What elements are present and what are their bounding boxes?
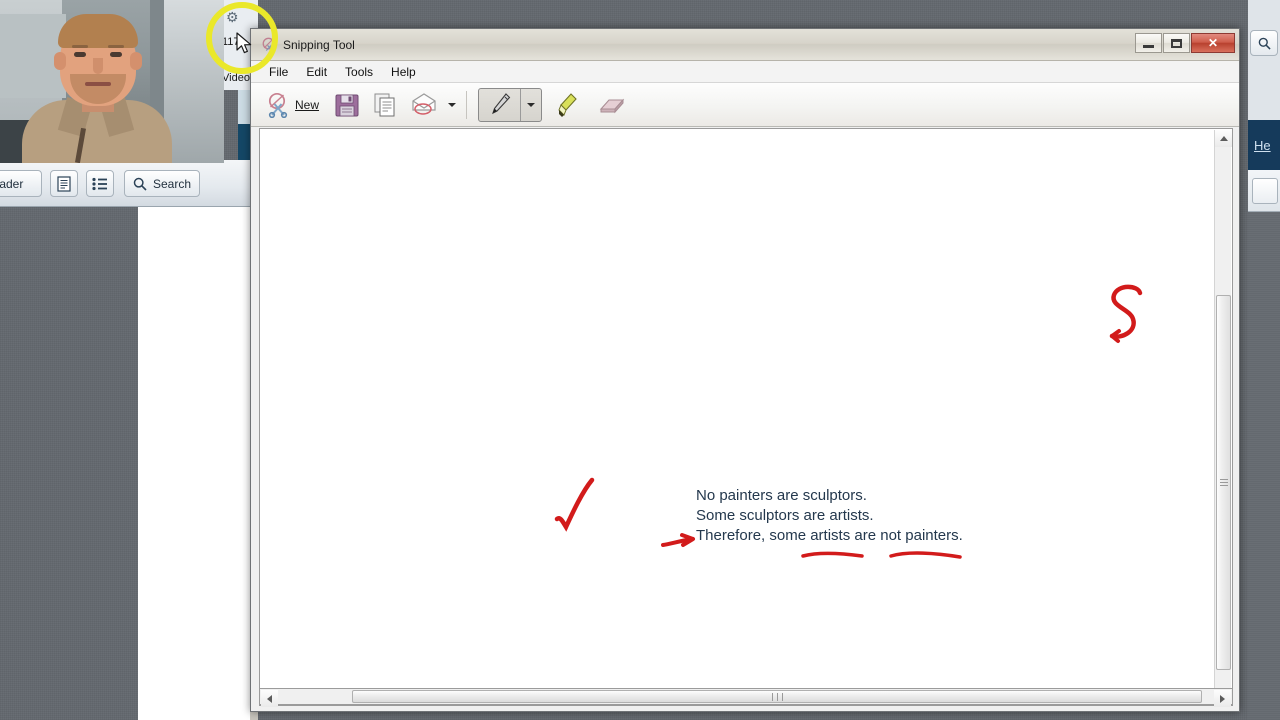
minimize-button[interactable] — [1135, 33, 1162, 53]
floppy-save-icon — [335, 94, 359, 116]
copy-pages-icon — [374, 93, 395, 116]
right-header-link[interactable]: He — [1254, 138, 1271, 153]
red-underline-artists-annotation — [801, 551, 864, 558]
chevron-down-icon — [448, 102, 457, 107]
list-view-button[interactable] — [86, 170, 114, 197]
pen-tool-group[interactable] — [478, 87, 543, 122]
menu-help[interactable]: Help — [382, 63, 425, 81]
vertical-scrollbar[interactable] — [1214, 130, 1232, 705]
webcam-eyebrow-left — [72, 45, 88, 48]
scroll-up-arrow-icon — [1219, 136, 1228, 141]
pen-dropdown[interactable] — [521, 89, 541, 121]
webcam-eyebrow-right — [108, 45, 124, 48]
webcam-eye-left — [74, 52, 86, 57]
titlebar[interactable]: Snipping Tool ✕ — [251, 29, 1239, 61]
minimize-icon — [1143, 44, 1154, 48]
background-document-page — [138, 207, 250, 720]
vertical-scrollbar-thumb[interactable] — [1216, 295, 1231, 670]
canvas-text-line-1: No painters are sculptors. — [696, 487, 867, 504]
canvas-text-line-3: Therefore, some artists are not painters… — [696, 527, 963, 544]
pen-icon — [491, 92, 510, 114]
save-button[interactable] — [329, 88, 365, 122]
email-envelope-icon — [412, 92, 436, 115]
background-app-right-button[interactable] — [1252, 178, 1278, 204]
toolbar-separator — [466, 90, 468, 119]
close-icon: ✕ — [1207, 36, 1219, 50]
page-view-button[interactable] — [50, 170, 78, 197]
right-search-button[interactable] — [1250, 30, 1278, 56]
search-icon — [133, 177, 147, 191]
highlighter-button[interactable] — [550, 88, 584, 122]
reader-button[interactable]: eader — [0, 170, 42, 197]
webcam-ear-right — [130, 52, 142, 70]
webcam-nose — [93, 58, 103, 74]
horizontal-scrollbar-thumb[interactable] — [352, 690, 1202, 703]
eraser-icon — [599, 98, 625, 113]
window-title: Snipping Tool — [283, 37, 355, 52]
document-page-icon — [57, 175, 71, 192]
chevron-down-icon — [527, 102, 536, 107]
send-email-dropdown[interactable] — [445, 88, 459, 122]
search-button[interactable]: Search — [124, 170, 200, 197]
scroll-left-button[interactable] — [261, 690, 278, 707]
scroll-right-button[interactable] — [1214, 690, 1231, 707]
menu-edit[interactable]: Edit — [297, 63, 336, 81]
red-letter-s-annotation — [1109, 284, 1143, 343]
webcam-presenter-video — [0, 0, 224, 163]
window-controls[interactable]: ✕ — [1135, 33, 1235, 53]
mouse-pointer-cursor — [236, 32, 252, 54]
canvas-text-line-2: Some sculptors are artists. — [696, 507, 874, 524]
maximize-icon — [1171, 38, 1182, 48]
scrollbar-grip — [1219, 477, 1228, 488]
webcam-person-hair — [58, 14, 138, 48]
scrollbar-grip — [770, 692, 785, 701]
snip-canvas[interactable]: No painters are sculptors. Some sculptor… — [259, 128, 1233, 706]
menu-tools[interactable]: Tools — [336, 63, 382, 81]
canvas-text-block: No painters are sculptors. Some sculptor… — [696, 486, 963, 546]
new-snip-label: New — [295, 97, 320, 112]
eraser-button[interactable] — [592, 88, 632, 122]
send-email-button[interactable] — [405, 88, 443, 122]
background-app-navy-header: He — [1248, 120, 1280, 170]
new-snip-button[interactable]: New — [260, 88, 327, 122]
maximize-button[interactable] — [1163, 33, 1190, 53]
webcam-ear-left — [54, 52, 66, 70]
horizontal-scrollbar[interactable] — [259, 688, 1233, 707]
scissors-new-snip-icon — [268, 92, 288, 118]
webcam-mouth — [85, 82, 111, 86]
scroll-right-arrow-icon — [1220, 694, 1225, 703]
snipping-tool-window[interactable]: Snipping Tool ✕ File Edit Tools Help New… — [250, 28, 1240, 712]
close-button[interactable]: ✕ — [1191, 33, 1235, 53]
list-view-icon — [92, 177, 107, 190]
webcam-eye-right — [110, 52, 122, 57]
copy-button[interactable] — [367, 88, 403, 122]
search-button-label: Search — [152, 176, 192, 191]
red-underline-painters-annotation — [889, 551, 962, 559]
scroll-up-button[interactable] — [1215, 130, 1232, 147]
reader-button-label: eader — [0, 176, 24, 191]
pen-button[interactable] — [479, 88, 522, 121]
red-checkmark-annotation — [554, 477, 595, 532]
menubar[interactable]: File Edit Tools Help — [251, 61, 1239, 83]
background-app-right-grey — [1248, 212, 1280, 720]
highlighter-icon — [558, 92, 577, 117]
toolbar[interactable]: New — [251, 83, 1239, 127]
scroll-left-arrow-icon — [267, 694, 272, 703]
search-icon — [1258, 37, 1271, 50]
